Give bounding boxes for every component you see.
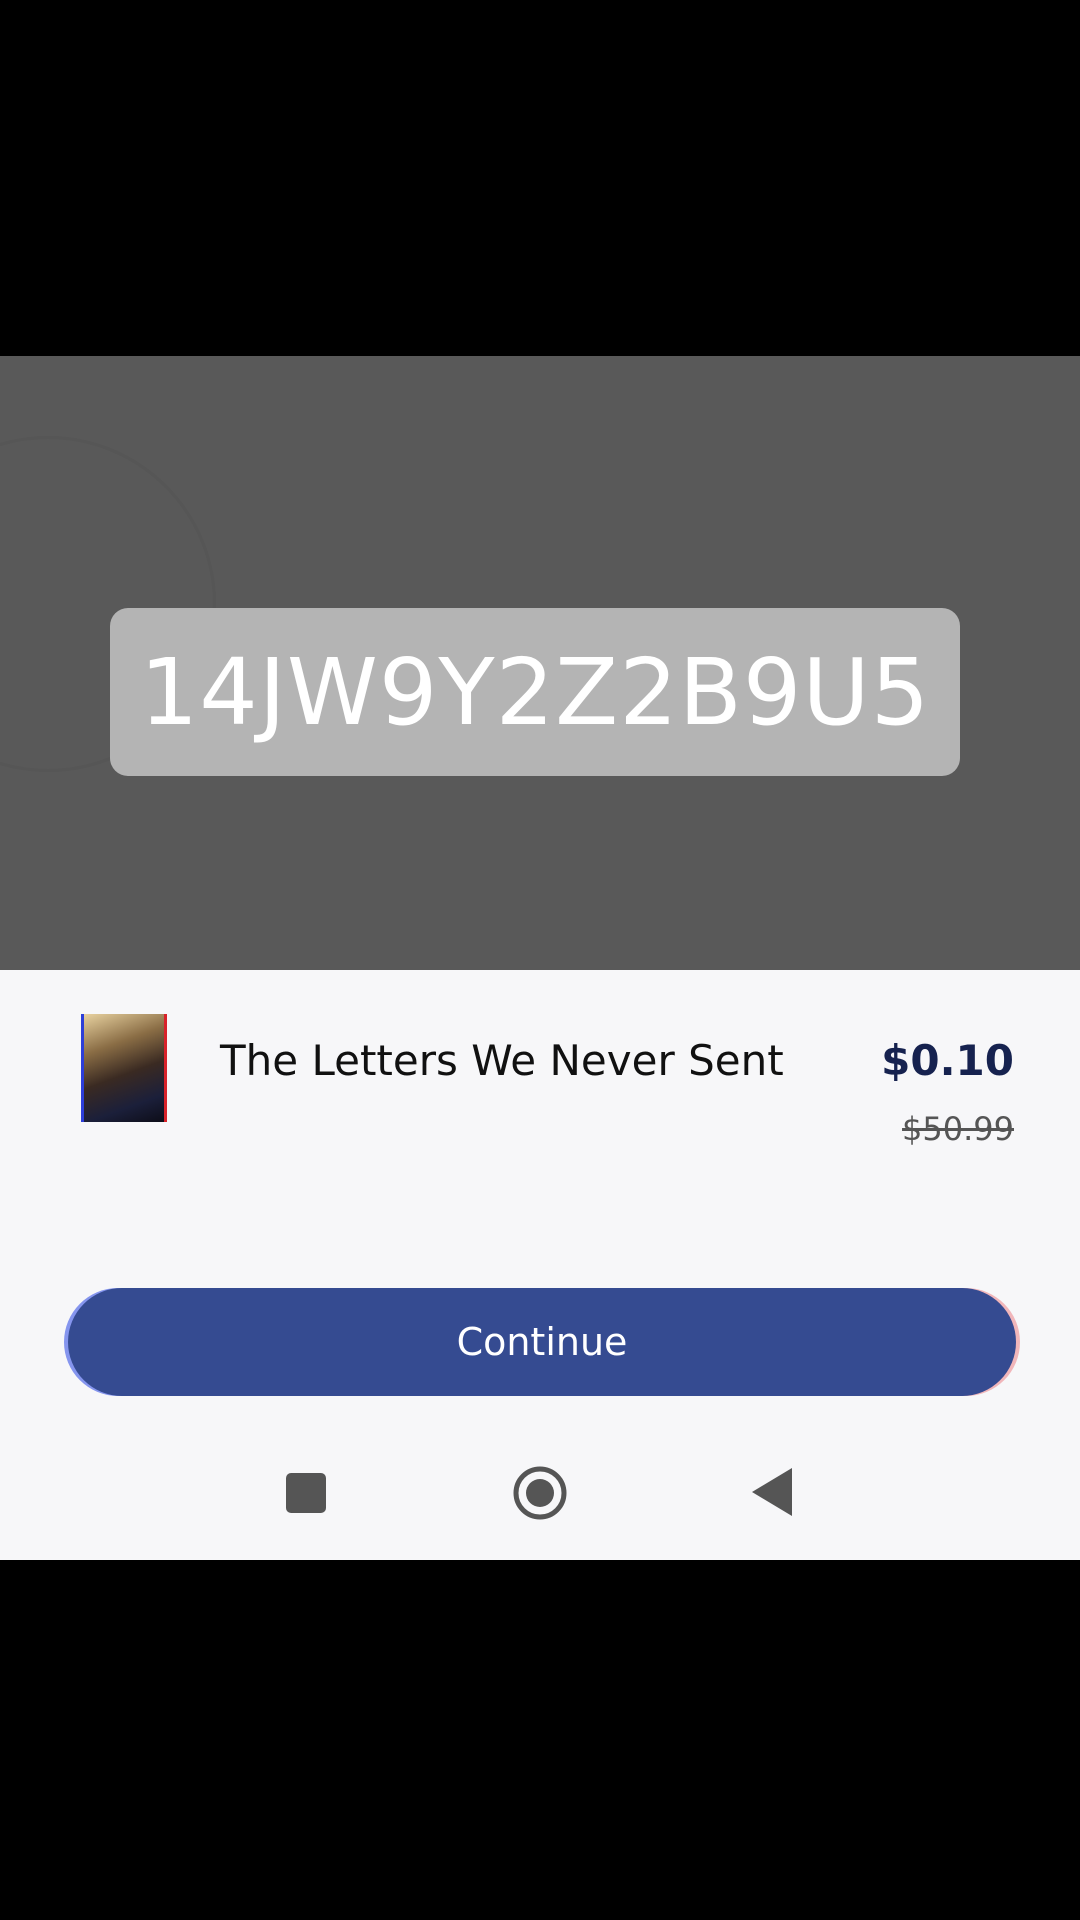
- item-title: The Letters We Never Sent: [220, 1036, 784, 1085]
- screen: 14JW9Y2Z2B9U5 The Letters We Never Sent …: [0, 0, 1080, 1920]
- item-row: The Letters We Never Sent $0.10 $50.99: [0, 1014, 1080, 1154]
- promo-code-chip[interactable]: 14JW9Y2Z2B9U5: [110, 608, 960, 776]
- promo-code-text: 14JW9Y2Z2B9U5: [139, 638, 931, 746]
- dimmed-background: 14JW9Y2Z2B9U5: [0, 356, 1080, 970]
- continue-button[interactable]: Continue: [68, 1288, 1016, 1396]
- system-navigation-bar: [0, 1440, 1080, 1540]
- recents-square-icon[interactable]: [286, 1473, 326, 1513]
- back-triangle-icon[interactable]: [752, 1468, 792, 1516]
- home-circle-icon[interactable]: [512, 1465, 568, 1521]
- book-cover-thumbnail: [84, 1014, 164, 1122]
- item-original-price: $50.99: [902, 1110, 1014, 1148]
- item-price: $0.10: [881, 1036, 1014, 1085]
